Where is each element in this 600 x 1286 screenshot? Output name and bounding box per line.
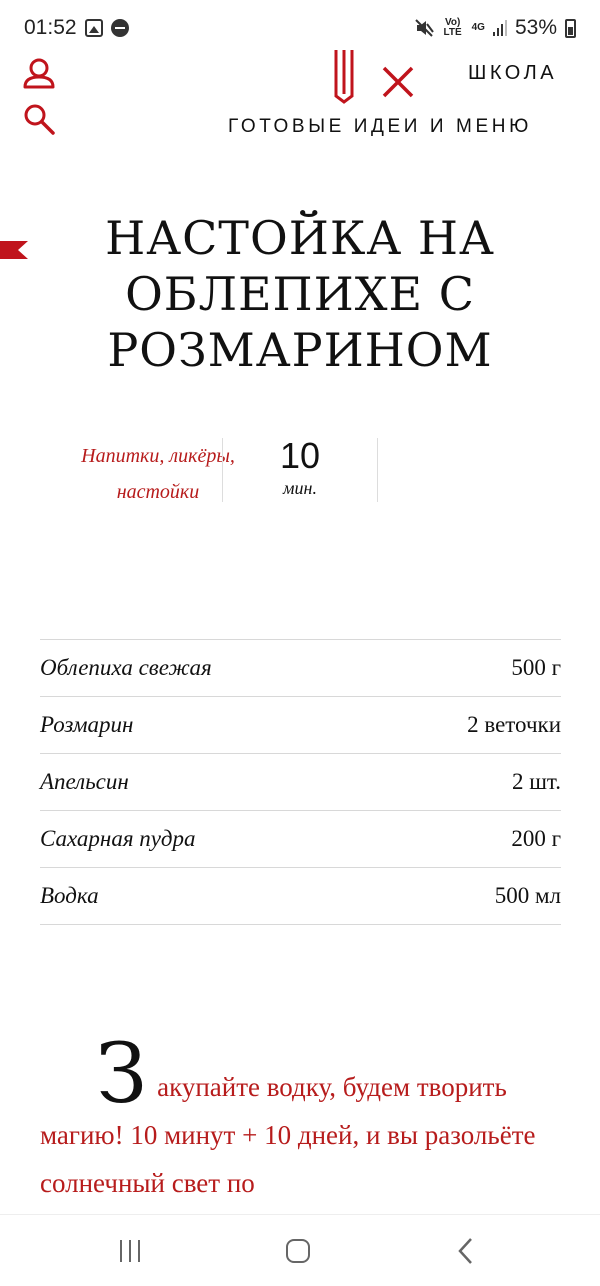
status-left: 01:52 <box>24 16 129 40</box>
ingredient-row: Апельсин 2 шт. <box>40 754 561 811</box>
recipe-meta: Напитки, ликёры, настойки 10 мин. <box>40 438 560 538</box>
recipe-title: НАСТОЙКА НА ОБЛЕПИХЕ С РОЗМАРИНОМ <box>105 211 495 377</box>
mute-icon <box>414 19 434 37</box>
ingredient-name: Сахарная пудра <box>40 826 196 851</box>
ingredient-row: Облепиха свежая 500 г <box>40 640 561 697</box>
back-button[interactable] <box>446 1233 486 1269</box>
recent-apps-button[interactable] <box>110 1233 150 1269</box>
bookmark-icon[interactable] <box>0 241 28 259</box>
ingredient-name: Облепиха свежая <box>40 655 212 680</box>
signal-icon <box>492 20 507 36</box>
recipe-time: 10 мин. <box>250 438 350 502</box>
data-4g-icon: 4G <box>471 22 485 33</box>
ingredient-name: Водка <box>40 883 99 908</box>
time-unit: мин. <box>283 478 317 498</box>
ingredient-row: Сахарная пудра 200 г <box>40 811 561 868</box>
meta-divider <box>222 438 223 502</box>
search-icon[interactable] <box>22 102 56 136</box>
do-not-disturb-icon <box>110 19 129 37</box>
ingredient-qty: 200 г <box>511 826 561 851</box>
ingredient-qty: 2 веточки <box>467 712 561 737</box>
user-icon[interactable] <box>22 56 56 90</box>
ingredient-qty: 500 г <box>511 655 561 680</box>
school-link[interactable]: ШКОЛА <box>468 62 557 85</box>
recent-apps-icon <box>120 1240 140 1262</box>
ingredient-qty: 500 мл <box>494 883 561 908</box>
system-nav-bar <box>0 1214 600 1286</box>
gallery-notification-icon <box>84 19 103 37</box>
back-icon <box>458 1238 472 1264</box>
status-right: Vo) LTE 4G 53% <box>414 16 576 40</box>
home-button[interactable] <box>278 1233 318 1269</box>
time-value: 10 <box>279 435 321 476</box>
tagline-link[interactable]: ГОТОВЫЕ ИДЕИ И МЕНЮ <box>228 116 532 138</box>
battery-icon <box>565 18 576 38</box>
battery-percent: 53% <box>514 16 557 39</box>
home-icon <box>286 1239 310 1263</box>
recipe-intro: Закупайте водку, будем творить магию! 10… <box>40 1027 570 1207</box>
ingredients-table: Облепиха свежая 500 г Розмарин 2 веточки… <box>40 639 561 925</box>
recipe-category-link[interactable]: Напитки, ликёры, настойки <box>68 438 248 510</box>
logo-icon[interactable] <box>328 46 422 106</box>
drop-cap: З <box>96 1027 148 1122</box>
meta-divider <box>377 438 378 502</box>
ingredient-row: Водка 500 мл <box>40 868 561 925</box>
ingredient-name: Апельсин <box>40 769 129 794</box>
status-time: 01:52 <box>24 16 77 39</box>
ingredient-row: Розмарин 2 веточки <box>40 697 561 754</box>
volte-icon: Vo) LTE <box>443 17 462 38</box>
ingredient-qty: 2 шт. <box>511 769 561 794</box>
ingredient-name: Розмарин <box>40 712 134 737</box>
site-header: ШКОЛА ГОТОВЫЕ ИДЕИ И МЕНЮ <box>0 40 600 160</box>
